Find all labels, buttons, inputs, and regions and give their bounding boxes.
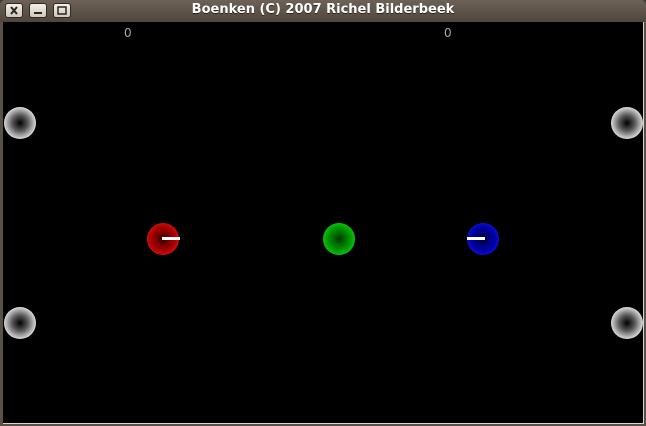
app-window: Boenken (C) 2007 Richel Bilderbeek 0 0 [0,0,646,426]
player-blue [467,223,499,255]
obstacle-top-left [4,107,36,139]
window-title: Boenken (C) 2007 Richel Bilderbeek [191,2,455,17]
game-ball-green [323,223,355,255]
score-player-1: 0 [124,26,132,40]
obstacle-bottom-right [611,307,643,339]
obstacle-top-right [611,107,643,139]
game-canvas[interactable]: 0 0 [3,22,644,424]
obstacle-bottom-left [4,307,36,339]
score-player-2: 0 [444,26,452,40]
player-blue-direction-indicator [467,237,485,240]
title-bar[interactable]: Boenken (C) 2007 Richel Bilderbeek [0,0,646,22]
player-red-direction-indicator [162,237,180,240]
player-red [147,223,180,255]
